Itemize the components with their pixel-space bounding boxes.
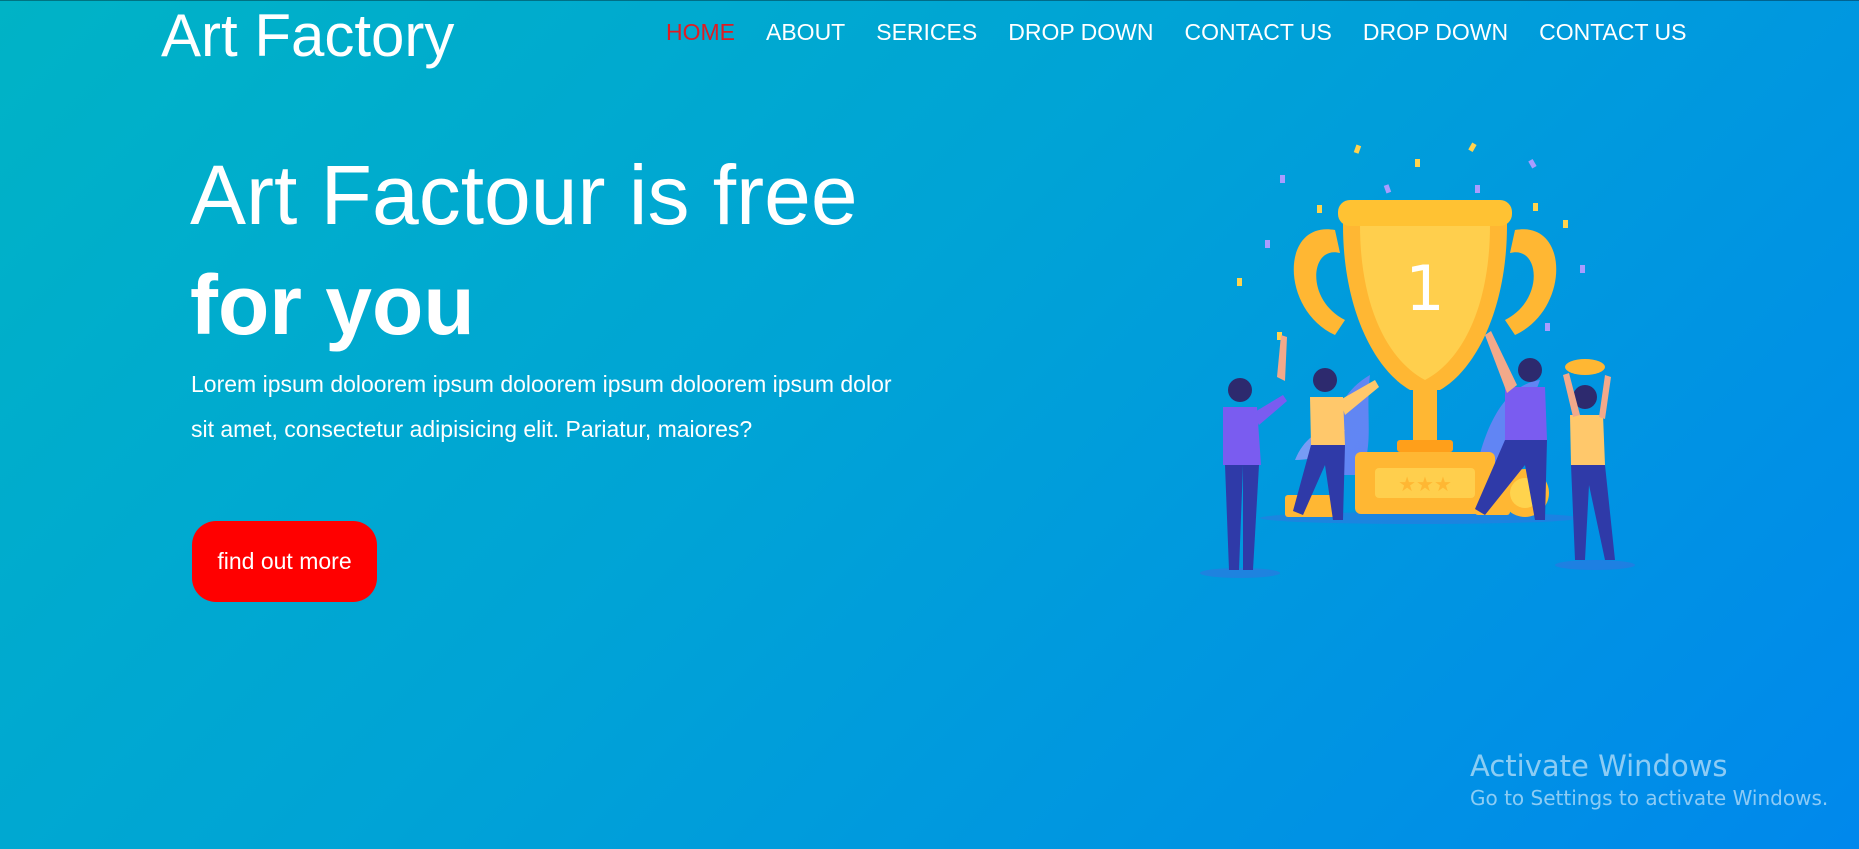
watermark-title: Activate Windows (1470, 749, 1728, 783)
nav-item-contact-2[interactable]: CONTACT US (1539, 18, 1686, 46)
svg-text:★★★: ★★★ (1398, 472, 1452, 496)
person-icon (1563, 359, 1615, 560)
nav-item-services[interactable]: SERICES (876, 18, 977, 46)
trophy-number: 1 (1405, 252, 1444, 325)
person-icon (1223, 335, 1287, 570)
trophy-celebration-icon: 1 ★★★ (1200, 142, 1635, 578)
hero-title-line2: for you (190, 258, 475, 352)
hero-description: Lorem ipsum doloorem ipsum doloorem ipsu… (191, 371, 892, 442)
page: Art Factory HOME ABOUT SERICES DROP DOWN… (0, 0, 1859, 849)
watermark-subtitle: Go to Settings to activate Windows. (1470, 786, 1829, 810)
nav-item-dropdown-2[interactable]: DROP DOWN (1363, 18, 1508, 46)
activate-windows-watermark: Activate Windows Go to Settings to activ… (1470, 749, 1828, 813)
nav-item-dropdown-1[interactable]: DROP DOWN (1008, 18, 1153, 46)
find-out-more-button[interactable]: find out more (192, 521, 377, 602)
nav-item-about[interactable]: ABOUT (766, 18, 845, 46)
main-nav: HOME ABOUT SERICES DROP DOWN CONTACT US … (666, 18, 1687, 46)
brand-logo[interactable]: Art Factory (161, 6, 454, 66)
nav-item-contact-1[interactable]: CONTACT US (1184, 18, 1331, 46)
hero-title-line1: Art Factour is free (190, 148, 858, 242)
nav-item-home[interactable]: HOME (666, 18, 735, 46)
hero-title: Art Factour is free for you (190, 140, 858, 360)
